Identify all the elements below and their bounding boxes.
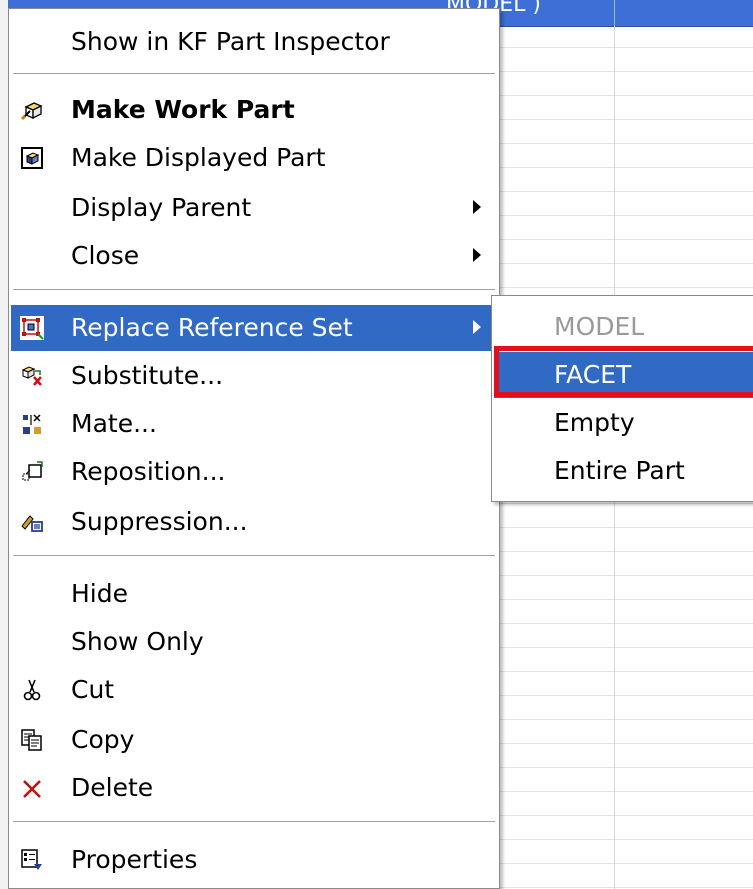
submenu-arrow-icon — [473, 248, 481, 262]
submenu-item-entire-part[interactable]: Entire Part — [494, 448, 753, 494]
submenu-arrow-icon — [473, 200, 481, 214]
submenu-item-empty[interactable]: Empty — [494, 400, 753, 446]
menu-item-label: Make Displayed Part — [71, 143, 326, 172]
menu-item-make-displayed-part[interactable]: Make Displayed Part — [11, 135, 497, 181]
menu-item-hide[interactable]: Hide — [11, 571, 497, 617]
menu-item-label: Suppression... — [71, 507, 248, 536]
menu-item-label: Copy — [71, 725, 135, 754]
suppression-icon — [20, 510, 44, 534]
reference-set-submenu: MODEL FACET Empty Entire Part — [491, 295, 753, 502]
menu-item-label: Close — [71, 241, 140, 270]
delete-x-icon — [20, 776, 44, 800]
submenu-item-label: MODEL — [554, 312, 645, 341]
menu-item-delete[interactable]: Delete — [11, 765, 497, 811]
make-displayed-part-icon — [20, 146, 44, 170]
copy-icon — [20, 728, 44, 752]
screen: MODEL ) Show in KF Part Inspector Make W… — [0, 0, 753, 889]
submenu-item-facet[interactable]: FACET — [494, 352, 753, 398]
mate-icon — [20, 412, 44, 436]
menu-item-label: Hide — [71, 579, 128, 608]
menu-separator — [13, 73, 495, 75]
replace-reference-set-icon — [20, 316, 44, 340]
submenu-item-label: Empty — [554, 408, 635, 437]
menu-item-substitute[interactable]: Substitute... — [11, 353, 497, 399]
menu-item-label: Show Only — [71, 627, 204, 656]
submenu-item-model: MODEL — [494, 304, 753, 350]
menu-item-show-only[interactable]: Show Only — [11, 619, 497, 665]
menu-item-label: Substitute... — [71, 361, 224, 390]
menu-item-label: Show in KF Part Inspector — [71, 27, 390, 56]
menu-item-mate[interactable]: Mate... — [11, 401, 497, 447]
context-menu: Show in KF Part Inspector Make Work Part — [8, 8, 500, 889]
substitute-icon — [20, 364, 44, 388]
submenu-item-label: FACET — [554, 360, 632, 389]
submenu-item-label: Entire Part — [554, 456, 685, 485]
menu-item-label: Replace Reference Set — [71, 313, 353, 342]
menu-item-label: Properties — [71, 845, 198, 874]
menu-item-label: Cut — [71, 675, 115, 704]
menu-item-cut[interactable]: Cut — [11, 667, 497, 713]
reposition-icon — [20, 460, 44, 484]
scissors-icon — [20, 678, 44, 702]
menu-item-label: Mate... — [71, 409, 157, 438]
menu-item-properties[interactable]: Properties — [11, 837, 497, 883]
menu-item-make-work-part[interactable]: Make Work Part — [11, 87, 497, 133]
background-left-edge — [0, 0, 8, 889]
menu-item-show-in-kf-part-inspector[interactable]: Show in KF Part Inspector — [11, 19, 497, 65]
properties-icon — [20, 848, 44, 872]
menu-item-close[interactable]: Close — [11, 233, 497, 279]
make-work-part-icon — [20, 98, 44, 122]
menu-item-suppression[interactable]: Suppression... — [11, 499, 497, 545]
menu-item-display-parent[interactable]: Display Parent — [11, 185, 497, 231]
menu-separator — [13, 821, 495, 823]
menu-item-copy[interactable]: Copy — [11, 717, 497, 763]
submenu-arrow-icon — [473, 320, 481, 334]
menu-separator — [13, 289, 495, 291]
background-header-divider — [614, 0, 615, 26]
menu-item-label: Reposition... — [71, 457, 226, 486]
menu-item-replace-reference-set[interactable]: Replace Reference Set — [11, 305, 497, 351]
menu-item-reposition[interactable]: Reposition... — [11, 449, 497, 495]
menu-separator — [13, 555, 495, 557]
menu-item-label: Delete — [71, 773, 154, 802]
menu-item-label: Make Work Part — [71, 95, 295, 124]
menu-item-label: Display Parent — [71, 193, 252, 222]
